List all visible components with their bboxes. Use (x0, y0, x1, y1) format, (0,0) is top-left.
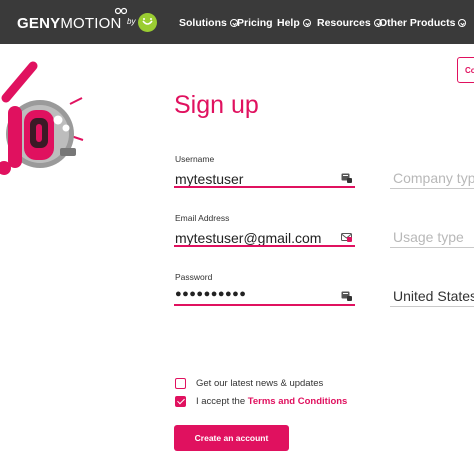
contact-button[interactable]: Co (457, 57, 474, 83)
partner-logo-icon (138, 13, 157, 32)
top-nav-bar: GENY MOTION by Solutions Pricing Help Res… (0, 0, 474, 44)
username-label: Username (175, 154, 215, 164)
username-underline (174, 186, 355, 188)
create-account-button[interactable]: Create an account (174, 425, 289, 451)
logo-by-text: by (127, 17, 136, 26)
email-label: Email Address (175, 213, 230, 223)
company-type-select[interactable]: Company type (393, 170, 474, 186)
username-field[interactable]: mytestuser (175, 171, 243, 187)
genymotion-logo[interactable]: GENY MOTION (17, 12, 122, 34)
nav-other-products-label: Other Products (379, 17, 456, 29)
usage-type-select[interactable]: Usage type (393, 229, 464, 245)
terms-link[interactable]: Terms and Conditions (248, 396, 348, 407)
nav-pricing-label: Pricing (237, 17, 273, 29)
page-title: Sign up (174, 91, 259, 119)
nav-resources-label: Resources (317, 17, 371, 29)
chevron-down-icon (302, 19, 311, 27)
nav-solutions[interactable]: Solutions (179, 17, 238, 29)
country-select[interactable]: United States (393, 288, 474, 304)
newsletter-checkbox[interactable] (175, 378, 186, 389)
usage-type-underline (390, 247, 474, 248)
email-underline (174, 245, 355, 247)
nav-help-label: Help (277, 17, 300, 29)
nav-other-products[interactable]: Other Products (379, 17, 467, 29)
password-underline (174, 304, 355, 306)
autofill-key-icon[interactable] (341, 291, 352, 301)
logo-text-light: MOTION (60, 14, 122, 32)
terms-prefix: I accept the (196, 396, 248, 407)
terms-label: I accept the Terms and Conditions (196, 396, 347, 407)
company-type-underline (390, 188, 474, 189)
password-label: Password (175, 272, 213, 282)
newsletter-label: Get our latest news & updates (196, 378, 324, 389)
logo-infinity-icon (115, 7, 127, 15)
robot-mascot-icon (0, 61, 84, 175)
nav-solutions-label: Solutions (179, 17, 227, 29)
logo-text-bold: GENY (17, 14, 61, 32)
password-field[interactable]: ●●●●●●●●●● (175, 288, 246, 300)
autofill-card-icon[interactable] (341, 173, 352, 183)
nav-resources[interactable]: Resources (317, 17, 382, 29)
country-underline (390, 306, 474, 307)
chevron-down-icon (458, 19, 467, 27)
terms-checkbox[interactable] (175, 396, 186, 407)
nav-pricing[interactable]: Pricing (237, 17, 273, 29)
email-field[interactable]: mytestuser@gmail.com (175, 230, 321, 246)
autofill-email-icon[interactable] (341, 232, 352, 242)
nav-help[interactable]: Help (277, 17, 311, 29)
